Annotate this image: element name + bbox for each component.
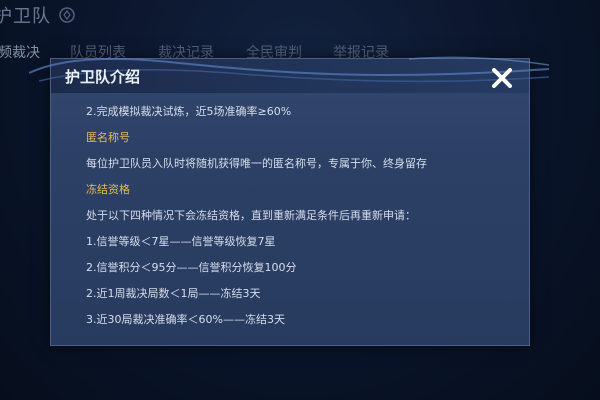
freeze-rule: 2.近1周裁决局数＜1局——冻结3天	[86, 287, 261, 300]
section-heading-anonymous-title: 匿名称号	[86, 131, 130, 144]
anonymous-title-description: 每位护卫队员入队时将随机获得唯一的匿名称号，专属于你、终身留存	[86, 157, 427, 170]
modal-title: 护卫队介绍	[65, 68, 141, 86]
freeze-rule: 1.信誉等级＜7星——信誉等级恢复7星	[86, 235, 276, 248]
intro-modal: 护卫队介绍 2.完成模拟裁决试炼，近5场准确率≥60% 匿名称号 每位护卫队员入…	[29, 56, 549, 346]
close-icon[interactable]	[488, 64, 516, 92]
freeze-rule: 3.近30局裁决准确率＜60%——冻结3天	[86, 313, 285, 326]
modal-header: 护卫队介绍	[29, 56, 549, 93]
freeze-description: 处于以下四种情况下会冻结资格，直到重新满足条件后再重新申请：	[86, 209, 416, 222]
freeze-rule: 2.信誉积分＜95分——信誉积分恢复100分	[86, 261, 297, 274]
modal-body: 2.完成模拟裁决试炼，近5场准确率≥60% 匿名称号 每位护卫队员入队时将随机获…	[86, 99, 516, 333]
section-heading-freeze: 冻结资格	[86, 183, 130, 196]
requirement-line: 2.完成模拟裁决试炼，近5场准确率≥60%	[86, 105, 292, 118]
